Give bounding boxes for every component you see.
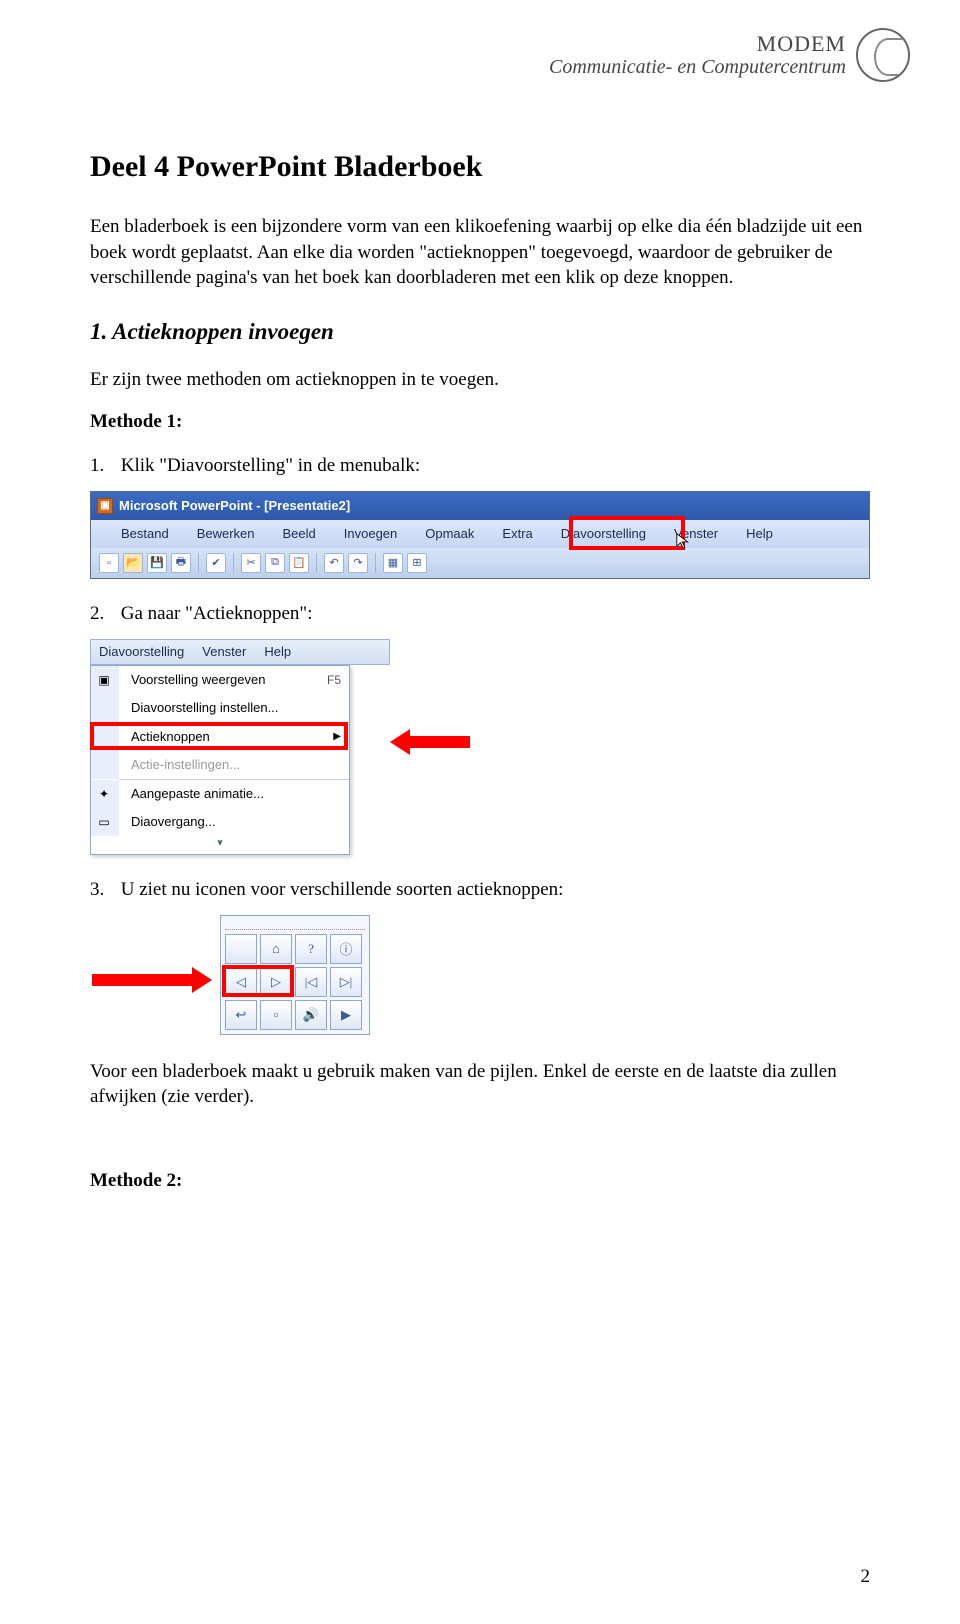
toolbar-print-icon[interactable]: 🖶 — [171, 553, 191, 573]
dd-top-diavoorstelling[interactable]: Diavoorstelling — [99, 644, 184, 659]
step-2: 2. Ga naar "Actieknoppen": — [90, 603, 870, 625]
closing-note: Voor een bladerboek maakt u gebruik make… — [90, 1059, 870, 1110]
step-3: 3. U ziet nu iconen voor verschillende s… — [90, 879, 870, 901]
toolbar-copy-icon[interactable]: ⧉ — [265, 553, 285, 573]
dd-top-help[interactable]: Help — [264, 644, 291, 659]
page-header: MODEM Communicatie- en Computercentrum — [549, 28, 910, 82]
star-icon: ✦ — [95, 785, 113, 803]
red-arrow-icon — [390, 729, 470, 755]
logo-icon — [856, 28, 910, 82]
section-heading-1: 1. Actieknoppen invoegen — [90, 319, 870, 345]
powerpoint-icon: ▣ — [97, 498, 113, 514]
step-2-number: 2. — [90, 603, 116, 625]
menu-bewerken[interactable]: Bewerken — [193, 522, 259, 545]
toolbar-spell-icon[interactable]: ✔ — [206, 553, 226, 573]
section-intro: Er zijn twee methoden om actieknoppen in… — [90, 367, 870, 393]
palette-btn-info[interactable]: ⓘ — [330, 934, 362, 964]
menu-opmaak[interactable]: Opmaak — [421, 522, 478, 545]
menu-item-animatie[interactable]: ✦ Aangepaste animatie... — [91, 780, 349, 808]
method-2-label: Methode 2: — [90, 1170, 870, 1192]
red-highlight-menubar — [569, 516, 685, 550]
toolbar-open-icon[interactable]: 📂 — [123, 553, 143, 573]
step-3-number: 3. — [90, 879, 116, 901]
intro-paragraph: Een bladerboek is een bijzondere vorm va… — [90, 214, 870, 291]
step-1-text: Klik "Diavoorstelling" in de menubalk: — [121, 455, 420, 476]
palette-btn-document[interactable]: ▫ — [260, 1000, 292, 1030]
toolbar-undo-icon[interactable]: ↶ — [324, 553, 344, 573]
palette-btn-last[interactable]: ▷| — [330, 967, 362, 997]
palette-btn-sound[interactable]: 🔊 — [295, 1000, 327, 1030]
menu-invoegen[interactable]: Invoegen — [340, 522, 402, 545]
palette-btn-movie[interactable]: ▶ — [330, 1000, 362, 1030]
menu-help[interactable]: Help — [742, 522, 777, 545]
toolbar-cut-icon[interactable]: ✂ — [241, 553, 261, 573]
menu-bar: Bestand Bewerken Beeld Invoegen Opmaak E… — [91, 520, 869, 548]
toolbar-redo-icon[interactable]: ↷ — [348, 553, 368, 573]
dropdown-panel: ▣ Voorstelling weergeven F5 Diavoorstell… — [90, 665, 350, 855]
dd-top-venster[interactable]: Venster — [202, 644, 246, 659]
palette-btn-first[interactable]: |◁ — [295, 967, 327, 997]
toolbar-paste-icon[interactable]: 📋 — [289, 553, 309, 573]
palette-btn-return[interactable]: ↩ — [225, 1000, 257, 1030]
header-line2: Communicatie- en Computercentrum — [549, 56, 846, 78]
method-1-label: Methode 1: — [90, 411, 870, 433]
header-line1: MODEM — [549, 32, 846, 56]
red-highlight-dropdown — [90, 722, 348, 750]
toolbar: ▫ 📂 💾 🖶 ✔ ✂ ⧉ 📋 ↶ ↷ ▦ ⊞ — [91, 548, 869, 578]
page-number: 2 — [861, 1566, 871, 1588]
palette-btn-help[interactable]: ? — [295, 934, 327, 964]
menu-item-actie-instellingen: Actie-instellingen... — [91, 751, 349, 779]
figure-palette: ⌂ ? ⓘ ◁ ▷ |◁ ▷| ↩ ▫ 🔊 ▶ — [90, 915, 870, 1035]
cursor-icon — [675, 532, 693, 550]
red-arrow-right-icon — [92, 967, 212, 993]
red-highlight-palette — [222, 965, 294, 997]
menu-item-voorstelling[interactable]: ▣ Voorstelling weergeven F5 — [91, 666, 349, 694]
menu-item-instellen[interactable]: Diavoorstelling instellen... — [91, 694, 349, 722]
toolbar-table-icon[interactable]: ▦ — [383, 553, 403, 573]
toolbar-chart-icon[interactable]: ⊞ — [407, 553, 427, 573]
step-2-text: Ga naar "Actieknoppen": — [121, 603, 313, 624]
step-3-text: U ziet nu iconen voor verschillende soor… — [121, 879, 564, 900]
app-titlebar: ▣ Microsoft PowerPoint - [Presentatie2] — [91, 492, 869, 520]
step-1-number: 1. — [90, 455, 116, 477]
menu-extra[interactable]: Extra — [498, 522, 536, 545]
toolbar-new-icon[interactable]: ▫ — [99, 553, 119, 573]
palette-gripper[interactable] — [225, 920, 365, 930]
figure-dropdown: Diavoorstelling Venster Help ▣ Voorstell… — [90, 639, 870, 855]
figure-menubar: ▣ Microsoft PowerPoint - [Presentatie2] … — [90, 491, 870, 579]
step-1: 1. Klik "Diavoorstelling" in de menubalk… — [90, 455, 870, 477]
expand-chevron-icon[interactable]: ▾ — [91, 836, 349, 854]
transition-icon: ▭ — [95, 813, 113, 831]
palette-btn-home[interactable]: ⌂ — [260, 934, 292, 964]
toolbar-save-icon[interactable]: 💾 — [147, 553, 167, 573]
page-title: Deel 4 PowerPoint Bladerboek — [90, 150, 870, 184]
menu-beeld[interactable]: Beeld — [279, 522, 320, 545]
menu-bestand[interactable]: Bestand — [117, 522, 173, 545]
app-title: Microsoft PowerPoint - [Presentatie2] — [119, 498, 350, 513]
menu-item-diaovergang[interactable]: ▭ Diaovergang... — [91, 808, 349, 836]
palette-btn-blank[interactable] — [225, 934, 257, 964]
play-icon: ▣ — [95, 671, 113, 689]
